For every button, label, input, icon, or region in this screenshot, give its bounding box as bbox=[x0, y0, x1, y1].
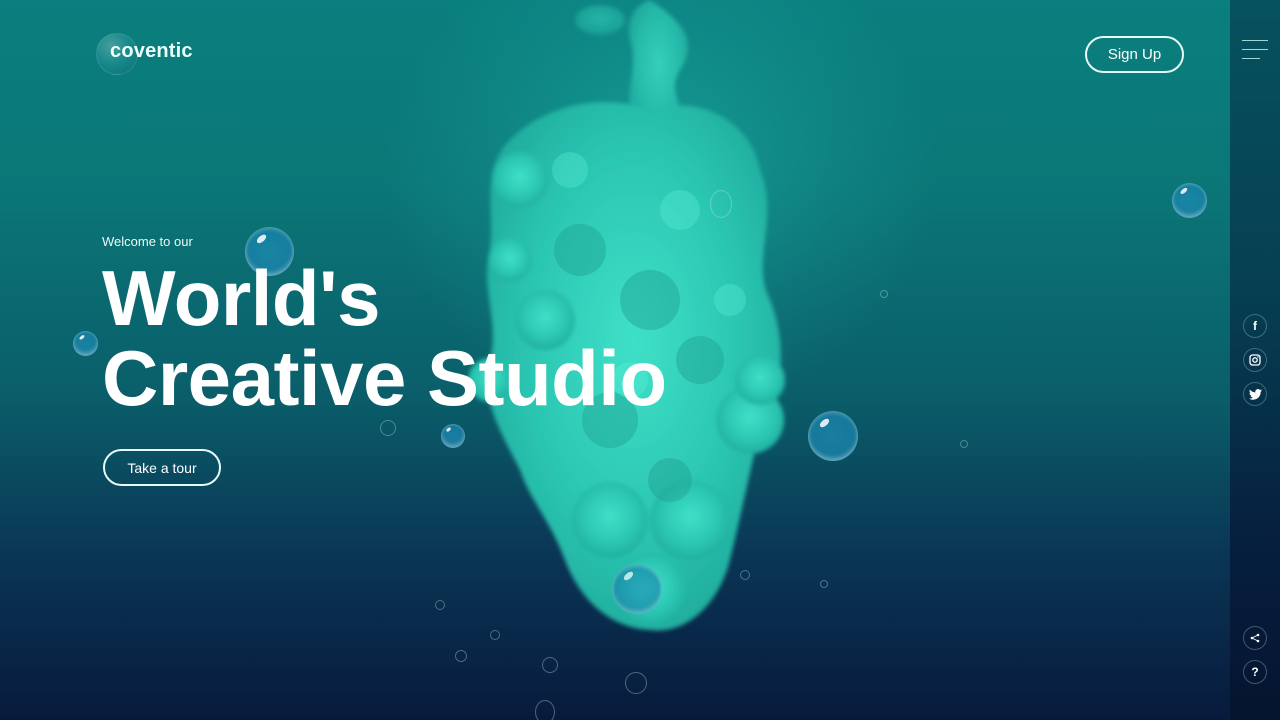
water-bubble bbox=[612, 564, 662, 614]
facebook-icon: f bbox=[1253, 319, 1257, 333]
menu-line bbox=[1242, 40, 1268, 41]
small-bubble bbox=[625, 672, 647, 694]
hero-title-line-1: World's bbox=[102, 254, 380, 342]
small-bubble bbox=[710, 190, 732, 218]
share-button[interactable] bbox=[1243, 626, 1267, 650]
water-bubble bbox=[808, 411, 858, 461]
sign-up-button[interactable]: Sign Up bbox=[1085, 36, 1184, 73]
twitter-icon bbox=[1248, 388, 1262, 400]
small-bubble bbox=[960, 440, 968, 448]
help-button[interactable]: ? bbox=[1243, 660, 1267, 684]
small-bubble bbox=[740, 570, 750, 580]
brand-logo[interactable]: coventic bbox=[110, 40, 193, 63]
menu-line bbox=[1242, 58, 1260, 59]
instagram-button[interactable] bbox=[1243, 348, 1267, 372]
water-bubble bbox=[441, 424, 465, 448]
twitter-button[interactable] bbox=[1243, 382, 1267, 406]
water-bubble bbox=[1172, 183, 1207, 218]
small-bubble bbox=[880, 290, 888, 298]
small-bubble bbox=[535, 700, 555, 720]
hero-title: World's Creative Studio bbox=[102, 258, 667, 418]
water-bubble bbox=[73, 331, 98, 356]
small-bubble bbox=[490, 630, 500, 640]
share-icon bbox=[1250, 633, 1260, 643]
instagram-icon bbox=[1249, 354, 1261, 366]
small-bubble bbox=[455, 650, 467, 662]
facebook-button[interactable]: f bbox=[1243, 314, 1267, 338]
help-icon: ? bbox=[1251, 665, 1259, 679]
menu-line bbox=[1242, 49, 1268, 50]
hero-eyebrow: Welcome to our bbox=[102, 234, 193, 249]
small-bubble bbox=[820, 580, 828, 588]
take-a-tour-button[interactable]: Take a tour bbox=[103, 449, 221, 486]
small-bubble bbox=[542, 657, 558, 673]
small-bubble bbox=[435, 600, 445, 610]
small-bubble bbox=[380, 420, 396, 436]
hamburger-menu-icon[interactable] bbox=[1242, 38, 1268, 62]
hero-title-line-2: Creative Studio bbox=[102, 334, 667, 422]
